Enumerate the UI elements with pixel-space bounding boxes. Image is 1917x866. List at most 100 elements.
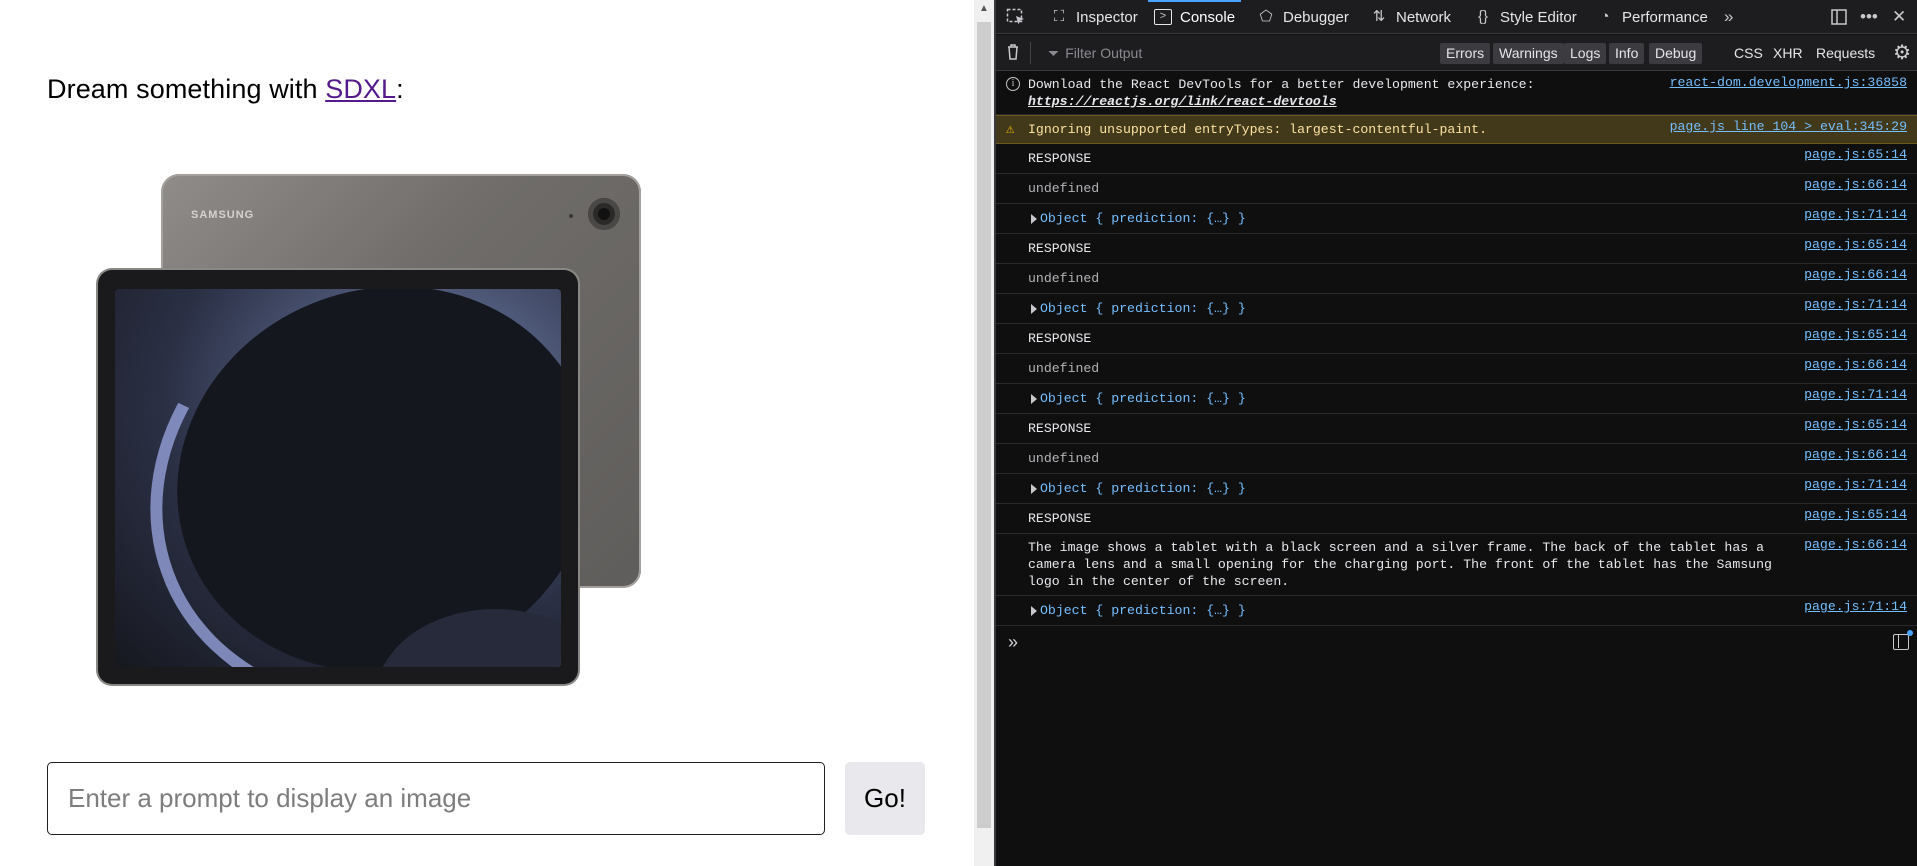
more-options-icon[interactable]: ••• <box>1860 0 1878 34</box>
page-scrollbar[interactable]: ▲ <box>974 0 994 866</box>
filter-xhr[interactable]: XHR <box>1773 43 1803 64</box>
sdxl-link[interactable]: SDXL <box>325 74 396 104</box>
dock-side-icon[interactable] <box>1830 0 1848 34</box>
debugger-icon: ⬠ <box>1259 8 1273 25</box>
console-icon: > <box>1154 9 1172 25</box>
flash-dot <box>569 214 573 218</box>
tab-debugger[interactable]: ⬠ Debugger <box>1257 0 1348 34</box>
source-location-link[interactable]: page.js:66:14 <box>1804 267 1907 282</box>
source-location-link[interactable]: page.js:66:14 <box>1804 357 1907 372</box>
expand-triangle-icon[interactable] <box>1031 394 1037 404</box>
source-location-link[interactable]: page.js:66:14 <box>1804 537 1907 552</box>
expand-triangle-icon[interactable] <box>1031 214 1037 224</box>
console-message[interactable]: Object { prediction: {…} } <box>996 596 1917 625</box>
source-location-link[interactable]: page.js:65:14 <box>1804 237 1907 252</box>
tab-label: Network <box>1396 8 1452 26</box>
page-heading: Dream something with SDXL: <box>47 74 404 105</box>
react-devtools-link[interactable]: https://reactjs.org/link/react-devtools <box>1028 94 1337 109</box>
tablet-front <box>98 270 578 684</box>
expand-triangle-icon[interactable] <box>1031 304 1037 314</box>
console-message-text: Object { prediction: {…} } <box>1040 301 1246 316</box>
tab-performance[interactable]: ◔ Performance <box>1596 0 1708 34</box>
console-message[interactable]: Object { prediction: {…} } <box>996 204 1917 233</box>
console-row: Object { prediction: {…} } page.js:71:14 <box>996 474 1917 504</box>
level-logs[interactable]: Logs <box>1564 43 1607 64</box>
console-message: RESPONSE <box>996 324 1917 353</box>
camera-lens <box>588 198 620 230</box>
console-input-line[interactable]: » <box>996 628 1917 658</box>
heading-colon: : <box>396 74 404 104</box>
filter-output-input[interactable]: ⏷ Filter Output <box>1048 42 1142 64</box>
console-message-text: RESPONSE <box>1028 421 1092 436</box>
source-location-link[interactable]: page.js:71:14 <box>1804 297 1907 312</box>
console-output: i Download the React DevTools for a bette… <box>996 72 1917 626</box>
more-tabs-icon[interactable]: » <box>1724 0 1733 34</box>
console-message-text: undefined <box>1028 181 1100 196</box>
source-location-link[interactable]: page.js line 104 > eval:345:29 <box>1670 119 1907 134</box>
source-location-link[interactable]: page.js:65:14 <box>1804 147 1907 162</box>
level-info[interactable]: Info <box>1609 43 1645 64</box>
performance-icon: ◔ <box>1600 8 1610 25</box>
console-row: Object { prediction: {…} } page.js:71:14 <box>996 204 1917 234</box>
scrollbar-thumb[interactable] <box>977 22 991 828</box>
console-message-text: The image shows a tablet with a black sc… <box>1028 540 1780 589</box>
console-message-text: RESPONSE <box>1028 511 1092 526</box>
console-settings-gear-icon[interactable]: ⚙ <box>1893 43 1911 63</box>
console-message-text: RESPONSE <box>1028 331 1092 346</box>
toggle-sidebar-icon[interactable] <box>1893 630 1913 650</box>
source-location-link[interactable]: page.js:71:14 <box>1804 387 1907 402</box>
filter-css[interactable]: CSS <box>1734 43 1763 64</box>
console-message: The image shows a tablet with a black sc… <box>996 534 1917 595</box>
tab-inspector[interactable]: ⛶ Inspector <box>1050 0 1138 34</box>
tablet-screen <box>115 289 561 667</box>
element-picker-icon[interactable] <box>1006 0 1026 34</box>
expand-triangle-icon[interactable] <box>1031 606 1037 616</box>
console-row: RESPONSE page.js:65:14 <box>996 324 1917 354</box>
scroll-up-arrow-icon[interactable]: ▲ <box>979 3 989 14</box>
console-row: RESPONSE page.js:65:14 <box>996 144 1917 174</box>
console-row: RESPONSE page.js:65:14 <box>996 504 1917 534</box>
console-row: undefined page.js:66:14 <box>996 444 1917 474</box>
console-row: ⚠ Ignoring unsupported entryTypes: larges… <box>996 115 1917 144</box>
style-editor-icon: {} <box>1477 8 1489 25</box>
brand-logo: SAMSUNG <box>191 209 255 221</box>
console-message[interactable]: Object { prediction: {…} } <box>996 384 1917 413</box>
prompt-input[interactable] <box>47 762 825 835</box>
level-warnings[interactable]: Warnings <box>1493 43 1564 64</box>
tab-label: Performance <box>1622 8 1708 26</box>
go-button[interactable]: Go! <box>845 762 925 835</box>
tab-style-editor[interactable]: {} Style Editor <box>1474 0 1577 34</box>
source-location-link[interactable]: page.js:71:14 <box>1804 599 1907 614</box>
source-location-link[interactable]: page.js:65:14 <box>1804 417 1907 432</box>
filter-requests[interactable]: Requests <box>1816 43 1875 64</box>
source-location-link[interactable]: page.js:71:14 <box>1804 207 1907 222</box>
close-icon[interactable]: ✕ <box>1892 0 1906 34</box>
console-message-text: undefined <box>1028 451 1100 466</box>
console-message-text: Object { prediction: {…} } <box>1040 211 1246 226</box>
console-message-text: RESPONSE <box>1028 151 1092 166</box>
divider <box>1030 42 1031 64</box>
heading-text: Dream something with <box>47 74 326 104</box>
source-location-link[interactable]: page.js:65:14 <box>1804 507 1907 522</box>
console-message: RESPONSE <box>996 144 1917 173</box>
level-debug[interactable]: Debug <box>1649 43 1703 64</box>
console-row: RESPONSE page.js:65:14 <box>996 414 1917 444</box>
expand-triangle-icon[interactable] <box>1031 484 1037 494</box>
console-row: RESPONSE page.js:65:14 <box>996 234 1917 264</box>
source-location-link[interactable]: react-dom.development.js:36858 <box>1670 75 1907 90</box>
source-location-link[interactable]: page.js:71:14 <box>1804 477 1907 492</box>
console-message[interactable]: Object { prediction: {…} } <box>996 294 1917 323</box>
filter-funnel-icon: ⏷ <box>1048 44 1060 61</box>
level-errors[interactable]: Errors <box>1440 43 1491 64</box>
source-location-link[interactable]: page.js:65:14 <box>1804 327 1907 342</box>
console-message-text: RESPONSE <box>1028 241 1092 256</box>
source-location-link[interactable]: page.js:66:14 <box>1804 447 1907 462</box>
console-message[interactable]: Object { prediction: {…} } <box>996 474 1917 503</box>
console-filter-bar: ⏷ Filter Output Errors Warnings Logs Info… <box>996 35 1917 71</box>
tab-network[interactable]: ⇅ Network <box>1370 0 1451 34</box>
console-message: undefined <box>996 174 1917 203</box>
tab-console[interactable]: > Console <box>1147 0 1242 34</box>
source-location-link[interactable]: page.js:66:14 <box>1804 177 1907 192</box>
clear-console-trash-icon[interactable] <box>1005 43 1021 61</box>
warning-icon: ⚠ <box>1006 122 1015 138</box>
